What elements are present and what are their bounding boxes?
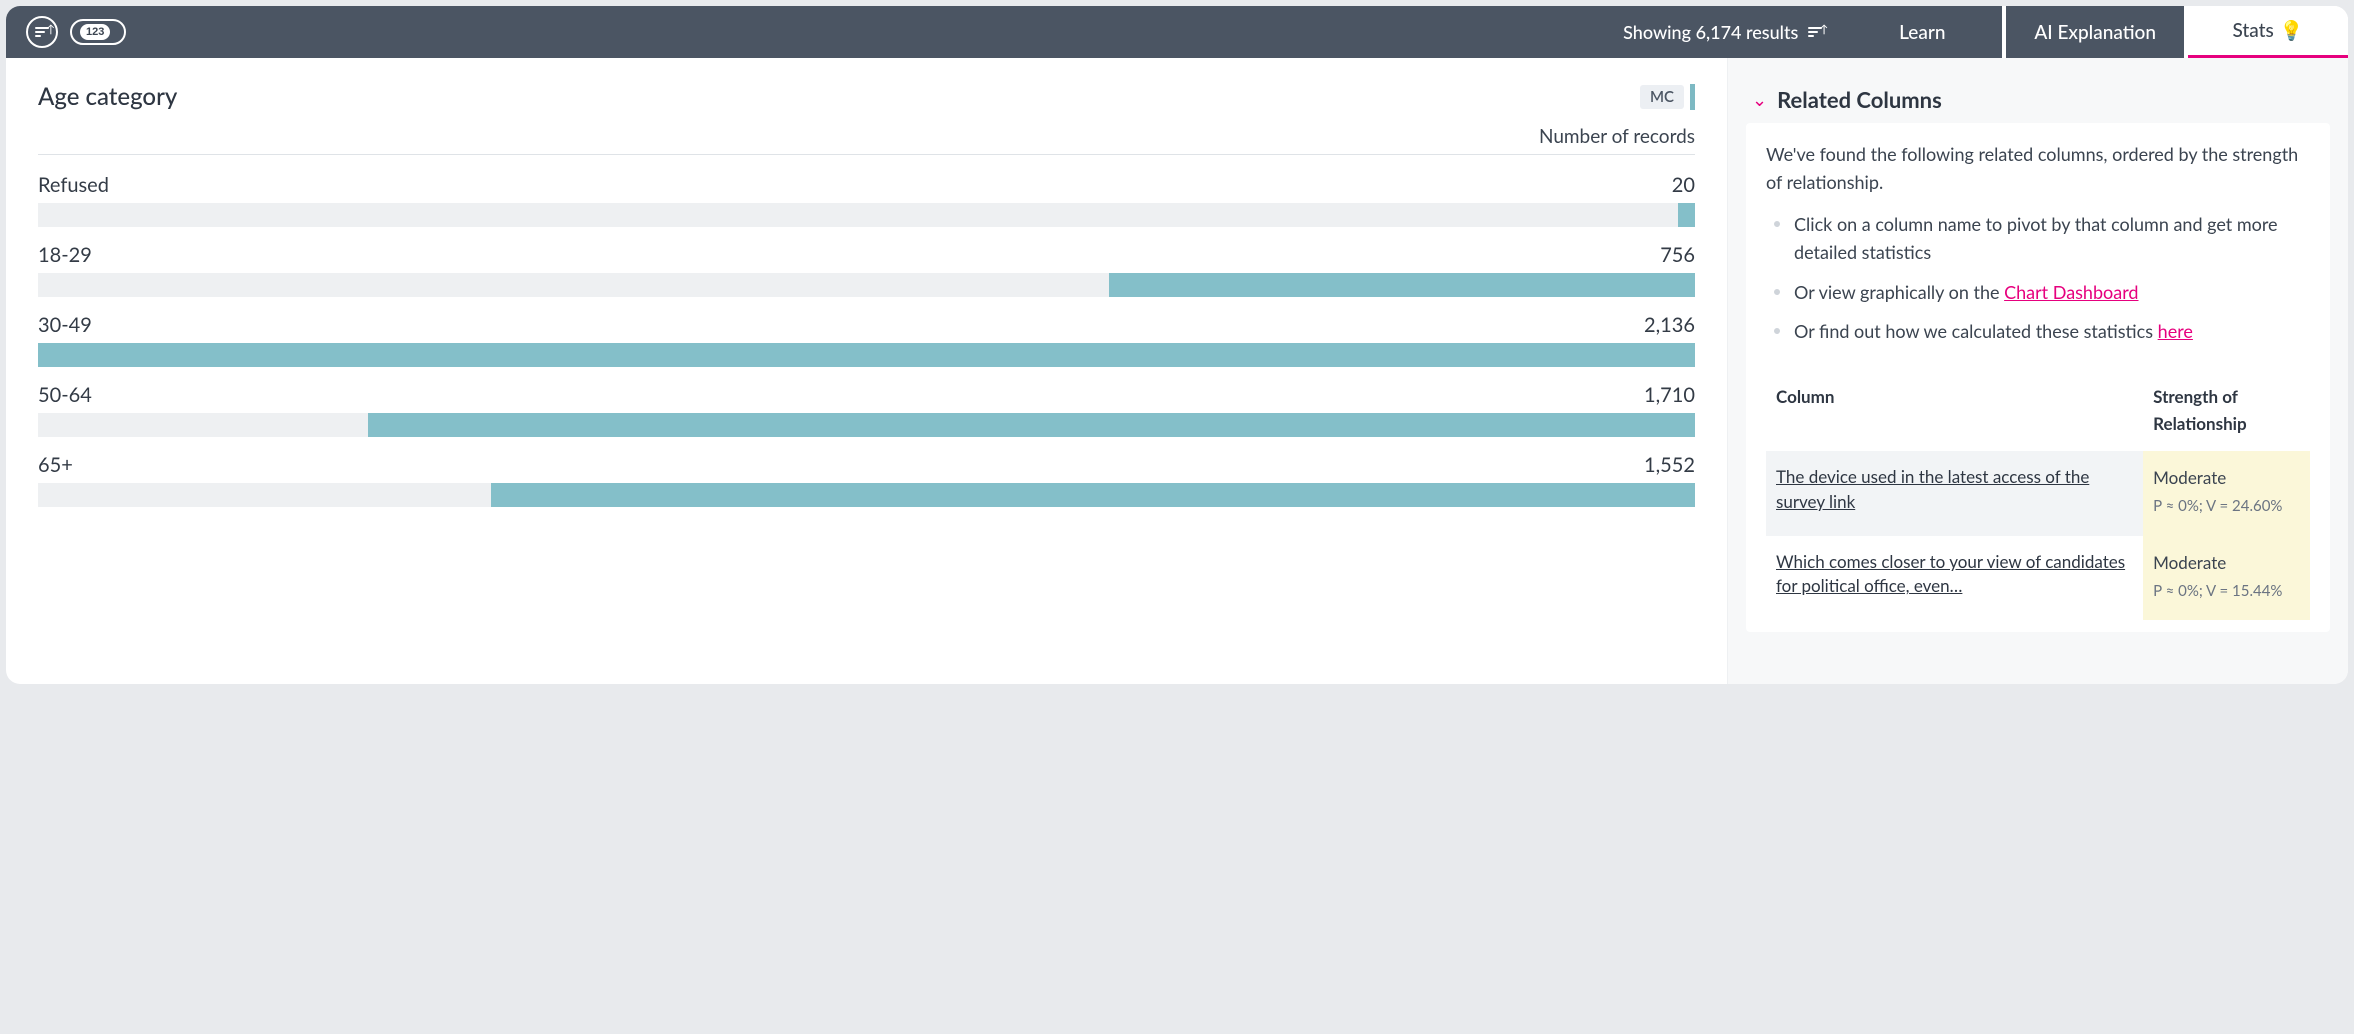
- table-header-column: Column: [1766, 370, 2143, 451]
- results-count-text: Showing 6,174 results: [1623, 21, 1798, 43]
- strength-cell: Moderate P ≈ 0%; V = 15.44%: [2143, 536, 2310, 621]
- strength-detail: P ≈ 0%; V = 24.60%: [2153, 495, 2300, 518]
- list-item: Or view graphically on the Chart Dashboa…: [1766, 279, 2310, 307]
- top-tabs: Learn AI Explanation Stats 💡: [1842, 6, 2348, 58]
- histogram-panel: Age category MC Number of records Refuse…: [6, 58, 1728, 684]
- app-frame: ↑ 123 Showing 6,174 results ↑ Learn AI Ex…: [6, 6, 2348, 684]
- main-body: Age category MC Number of records Refuse…: [6, 58, 2348, 684]
- column-type-bar-icon: [1690, 84, 1695, 110]
- tab-label: Stats: [2233, 19, 2274, 42]
- column-count-badge: 123: [80, 24, 110, 40]
- histogram-bar-track: [38, 483, 1695, 507]
- histogram-row-value: 2,136: [1644, 313, 1695, 337]
- strength-cell: Moderate P ≈ 0%; V = 24.60%: [2143, 451, 2310, 536]
- column-type-text: MC: [1640, 85, 1684, 109]
- chevron-down-icon: ⌄: [1752, 88, 1767, 111]
- table-row: The device used in the latest access of …: [1766, 451, 2310, 536]
- histogram-row[interactable]: 65+ 1,552: [38, 453, 1695, 507]
- histogram-bar-track: [38, 413, 1695, 437]
- histogram-row[interactable]: 50-64 1,710: [38, 383, 1695, 437]
- sort-asc-icon[interactable]: ↑: [1808, 27, 1822, 37]
- column-count-toggle[interactable]: 123: [70, 19, 126, 45]
- list-item: Or find out how we calculated these stat…: [1766, 318, 2310, 346]
- histogram-row-value: 1,552: [1644, 453, 1695, 477]
- related-columns-table: Column Strength of Relationship The devi…: [1766, 370, 2310, 620]
- histogram-row-value: 1,710: [1644, 383, 1695, 407]
- histogram-row[interactable]: 18-29 756: [38, 243, 1695, 297]
- histogram-row-label: Refused: [38, 173, 109, 197]
- histogram-bar-fill: [491, 483, 1695, 507]
- related-column-link[interactable]: Which comes closer to your view of candi…: [1776, 550, 2133, 599]
- strength-level: Moderate: [2153, 465, 2300, 491]
- bullet-link[interactable]: here: [2158, 320, 2193, 342]
- column-type-badge: MC: [1640, 84, 1695, 110]
- histogram-bar-fill: [1678, 203, 1695, 227]
- related-columns-header[interactable]: ⌄ Related Columns: [1746, 68, 2330, 123]
- tab-learn[interactable]: Learn: [1842, 6, 2002, 58]
- histogram-row-value: 756: [1660, 243, 1695, 267]
- histogram-row-label: 50-64: [38, 383, 92, 407]
- histogram-subhead: Number of records: [38, 125, 1695, 155]
- table-row: Which comes closer to your view of candi…: [1766, 536, 2310, 621]
- stats-panel: ⌄ Related Columns We've found the follow…: [1728, 58, 2348, 684]
- lightbulb-icon: 💡: [2280, 19, 2304, 42]
- topbar: ↑ 123 Showing 6,174 results ↑ Learn AI Ex…: [6, 6, 2348, 58]
- histogram-header: Age category MC: [38, 82, 1695, 111]
- bullet-prefix: Or find out how we calculated these stat…: [1794, 320, 2158, 342]
- histogram-bar-fill: [38, 343, 1695, 367]
- related-column-link[interactable]: The device used in the latest access of …: [1776, 465, 2133, 514]
- tab-label: Learn: [1899, 21, 1945, 44]
- histogram-row-label: 65+: [38, 453, 73, 477]
- tab-ai-explanation[interactable]: AI Explanation: [2006, 6, 2184, 58]
- related-columns-body: We've found the following related column…: [1746, 123, 2330, 632]
- sort-icon-circle[interactable]: ↑: [26, 16, 58, 48]
- list-item: Click on a column name to pivot by that …: [1766, 211, 2310, 267]
- related-columns-intro: We've found the following related column…: [1766, 141, 2310, 197]
- tab-stats[interactable]: Stats 💡: [2188, 6, 2348, 58]
- bullet-prefix: Or view graphically on the: [1794, 281, 2004, 303]
- tab-label: AI Explanation: [2034, 21, 2156, 44]
- bullet-link[interactable]: Chart Dashboard: [2004, 281, 2138, 303]
- histogram-row-label: 18-29: [38, 243, 92, 267]
- histogram-row-label: 30-49: [38, 313, 92, 337]
- related-columns-bullets: Click on a column name to pivot by that …: [1766, 211, 2310, 347]
- histogram-row-value: 20: [1672, 173, 1695, 197]
- related-columns-title: Related Columns: [1777, 86, 1942, 113]
- strength-detail: P ≈ 0%; V = 15.44%: [2153, 580, 2300, 603]
- histogram-bar-fill: [368, 413, 1695, 437]
- histogram-bar-track: [38, 273, 1695, 297]
- histogram-title: Age category: [38, 82, 177, 111]
- strength-level: Moderate: [2153, 550, 2300, 576]
- histogram-bar-track: [38, 343, 1695, 367]
- sort-asc-icon: ↑: [35, 27, 49, 37]
- histogram-rows: Refused 20 18-29 756 30-49 2,136 50-64 1,710 65+…: [38, 173, 1695, 507]
- topbar-left: ↑ 123 Showing 6,174 results ↑: [6, 6, 1842, 58]
- results-count: Showing 6,174 results ↑: [1623, 21, 1822, 43]
- histogram-bar-fill: [1109, 273, 1695, 297]
- table-header-strength: Strength of Relationship: [2143, 370, 2310, 451]
- histogram-row[interactable]: 30-49 2,136: [38, 313, 1695, 367]
- histogram-row[interactable]: Refused 20: [38, 173, 1695, 227]
- histogram-bar-track: [38, 203, 1695, 227]
